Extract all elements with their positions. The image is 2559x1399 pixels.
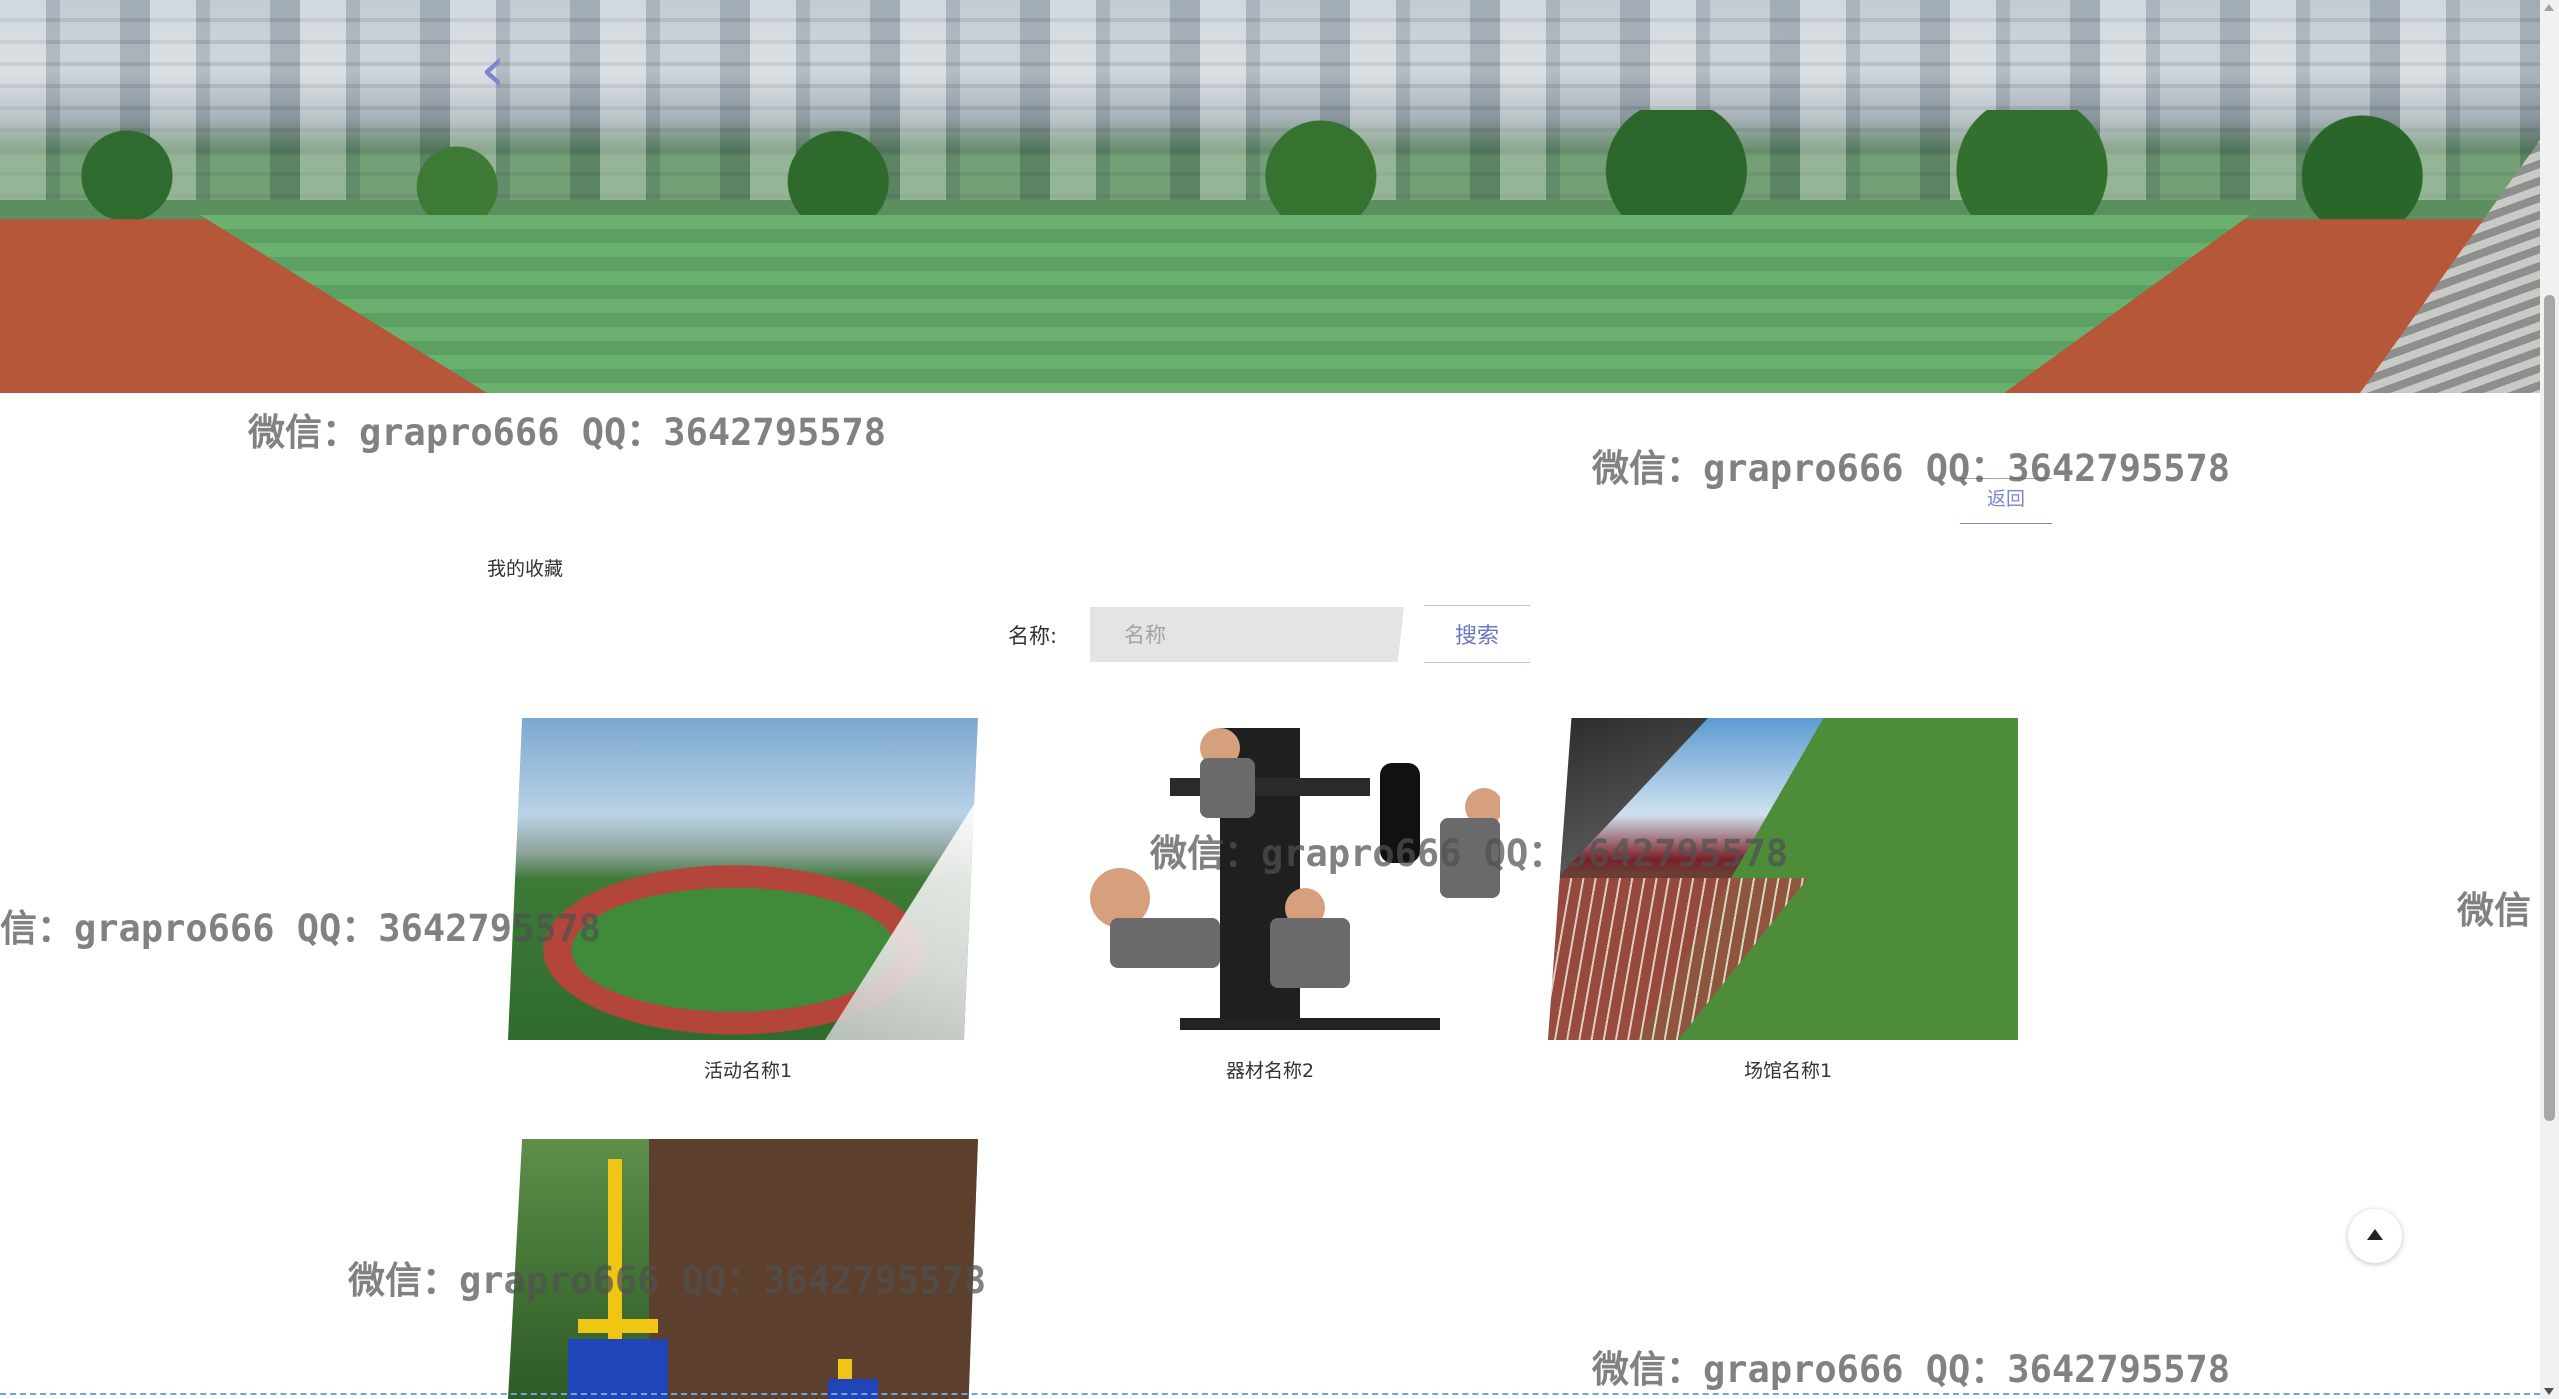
item-image[interactable] bbox=[508, 1139, 978, 1399]
person-body bbox=[1200, 758, 1255, 818]
person-body bbox=[1270, 918, 1350, 988]
watermark: 微信：grapro666 QQ：3642795578 bbox=[1592, 447, 2231, 490]
person-body bbox=[1110, 918, 1220, 968]
scroll-up-icon[interactable] bbox=[2544, 4, 2554, 11]
back-button[interactable]: 返回 bbox=[1960, 478, 2052, 524]
banner-field bbox=[200, 215, 2250, 393]
scroll-down-icon[interactable] bbox=[2544, 1388, 2554, 1395]
scroll-to-top-button[interactable] bbox=[2348, 1209, 2402, 1263]
equipment-body bbox=[568, 1339, 668, 1399]
watermark: 微信：grapro666 QQ：3642795578 bbox=[1592, 1348, 2231, 1391]
item-name[interactable]: 场馆名称1 bbox=[1548, 1056, 2028, 1083]
banner-prev-icon[interactable]: ‹ bbox=[480, 38, 506, 102]
punching-bag bbox=[1380, 763, 1420, 863]
list-item[interactable]: 器材名称2 bbox=[1030, 718, 1510, 1083]
list-item[interactable] bbox=[508, 1139, 988, 1399]
search-label: 名称: bbox=[1008, 624, 1058, 648]
person-body bbox=[1440, 818, 1500, 898]
equipment-body bbox=[828, 1379, 878, 1399]
search-input[interactable] bbox=[1090, 607, 1404, 662]
search-button[interactable]: 搜索 bbox=[1424, 605, 1530, 663]
watermark: 微信 bbox=[2457, 889, 2531, 932]
banner-trees bbox=[0, 110, 2540, 220]
equipment-handle bbox=[578, 1319, 658, 1333]
item-image[interactable] bbox=[1548, 718, 2018, 1040]
arrow-up-icon bbox=[2367, 1229, 2383, 1240]
item-image[interactable] bbox=[508, 718, 978, 1040]
item-image[interactable] bbox=[1030, 718, 1500, 1040]
list-item[interactable]: 活动名称1 bbox=[508, 718, 988, 1083]
hero-banner: ‹ bbox=[0, 0, 2540, 393]
watermark: 微信：grapro666 QQ：3642795578 bbox=[248, 411, 887, 454]
scrollbar[interactable] bbox=[2540, 0, 2559, 1399]
list-item[interactable]: 场馆名称1 bbox=[1548, 718, 2028, 1083]
machine-base bbox=[1180, 1018, 1440, 1030]
item-name[interactable]: 活动名称1 bbox=[508, 1056, 988, 1083]
bottom-divider bbox=[0, 1393, 2540, 1395]
scrollbar-thumb[interactable] bbox=[2544, 295, 2555, 1121]
item-name[interactable]: 器材名称2 bbox=[1030, 1056, 1510, 1083]
page-title: 我的收藏 bbox=[487, 558, 564, 580]
